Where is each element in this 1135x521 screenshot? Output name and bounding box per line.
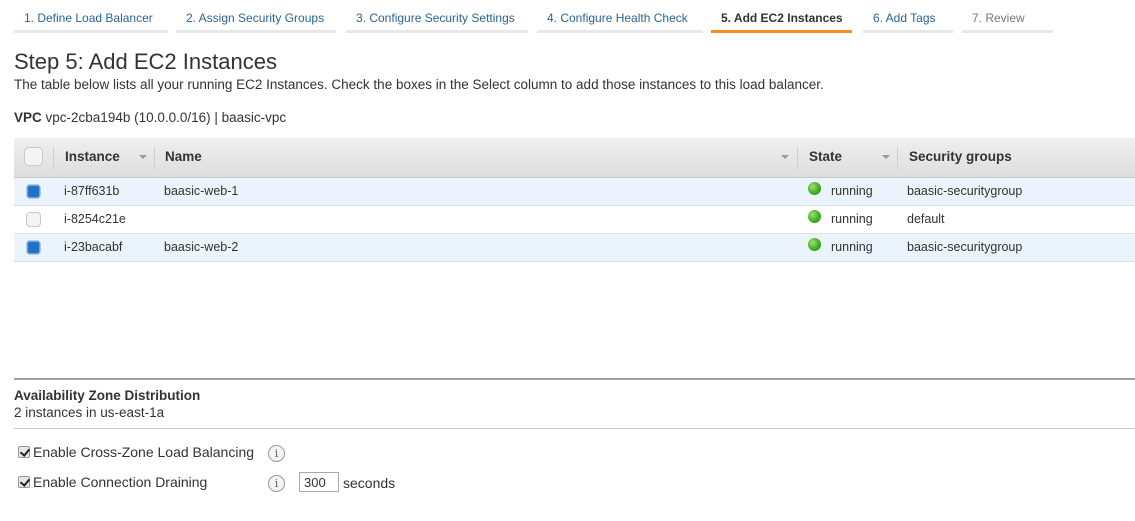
instance-state: running	[831, 212, 873, 226]
step-add-tags[interactable]: 6. Add Tags	[863, 10, 953, 33]
azd-summary: 2 instances in us-east-1a	[14, 405, 165, 420]
resize-divider[interactable]	[14, 378, 1135, 380]
table-row[interactable]: i-8254c21e running default	[14, 206, 1135, 234]
instance-name: baasic-web-1	[164, 184, 239, 198]
step-define-load-balancer[interactable]: 1. Define Load Balancer	[14, 10, 168, 33]
running-status-icon	[808, 210, 821, 223]
column-header-state[interactable]: State	[809, 138, 842, 177]
running-status-icon	[808, 238, 821, 251]
cross-zone-option[interactable]: Enable Cross-Zone Load Balancing	[18, 444, 254, 460]
security-group: baasic-securitygroup	[907, 240, 1023, 254]
table-row[interactable]: i-87ff631b baasic-web-1 running baasic-s…	[14, 178, 1135, 206]
table-header: Instance Name State Security groups	[14, 138, 1135, 178]
vpc-label: VPC	[14, 110, 42, 125]
sort-state-icon[interactable]	[882, 155, 890, 159]
security-group: baasic-securitygroup	[907, 184, 1023, 198]
info-icon[interactable]: i	[268, 475, 285, 492]
vpc-value: vpc-2cba194b (10.0.0.0/16) | baasic-vpc	[45, 110, 287, 125]
sort-name-icon[interactable]	[781, 155, 789, 159]
row-select-checkbox[interactable]	[26, 184, 41, 199]
security-group: default	[907, 212, 945, 226]
column-header-security-groups[interactable]: Security groups	[909, 138, 1012, 177]
cross-zone-checkbox[interactable]	[18, 446, 30, 458]
page-description: The table below lists all your running E…	[14, 77, 824, 92]
instance-state: running	[831, 240, 873, 254]
instance-state: running	[831, 184, 873, 198]
connection-draining-checkbox[interactable]	[18, 476, 30, 488]
row-select-checkbox[interactable]	[26, 240, 41, 255]
column-separator	[897, 147, 898, 169]
instance-id: i-87ff631b	[64, 184, 120, 198]
azd-title: Availability Zone Distribution	[14, 388, 201, 403]
info-icon[interactable]: i	[268, 445, 285, 462]
step-configure-security-settings[interactable]: 3. Configure Security Settings	[346, 10, 528, 33]
column-separator	[53, 147, 54, 169]
section-divider	[14, 428, 1135, 429]
cross-zone-label[interactable]: Enable Cross-Zone Load Balancing	[33, 444, 254, 460]
instance-name: baasic-web-2	[164, 240, 239, 254]
select-all-checkbox[interactable]	[24, 147, 43, 166]
instances-table: Instance Name State Security groups i-87…	[14, 138, 1135, 262]
step-configure-health-check[interactable]: 4. Configure Health Check	[537, 10, 703, 33]
column-header-name[interactable]: Name	[165, 138, 202, 177]
draining-timeout-input[interactable]	[299, 472, 339, 492]
column-header-instance[interactable]: Instance	[65, 138, 120, 177]
running-status-icon	[808, 182, 821, 195]
step-assign-security-groups[interactable]: 2. Assign Security Groups	[176, 10, 336, 33]
step-review: 7. Review	[962, 10, 1053, 33]
vpc-info: VPC vpc-2cba194b (10.0.0.0/16) | baasic-…	[14, 110, 286, 125]
seconds-label: seconds	[343, 475, 396, 491]
connection-draining-label[interactable]: Enable Connection Draining	[33, 474, 207, 490]
sort-instance-icon[interactable]	[139, 155, 147, 159]
step-add-ec2-instances[interactable]: 5. Add EC2 Instances	[711, 10, 852, 33]
column-separator	[154, 147, 155, 169]
instance-id: i-8254c21e	[64, 212, 126, 226]
row-select-checkbox[interactable]	[26, 212, 41, 227]
page-title: Step 5: Add EC2 Instances	[14, 49, 277, 74]
connection-draining-option[interactable]: Enable Connection Draining	[18, 474, 207, 490]
instance-id: i-23bacabf	[64, 240, 123, 254]
column-separator	[797, 147, 798, 169]
table-row[interactable]: i-23bacabf baasic-web-2 running baasic-s…	[14, 234, 1135, 262]
